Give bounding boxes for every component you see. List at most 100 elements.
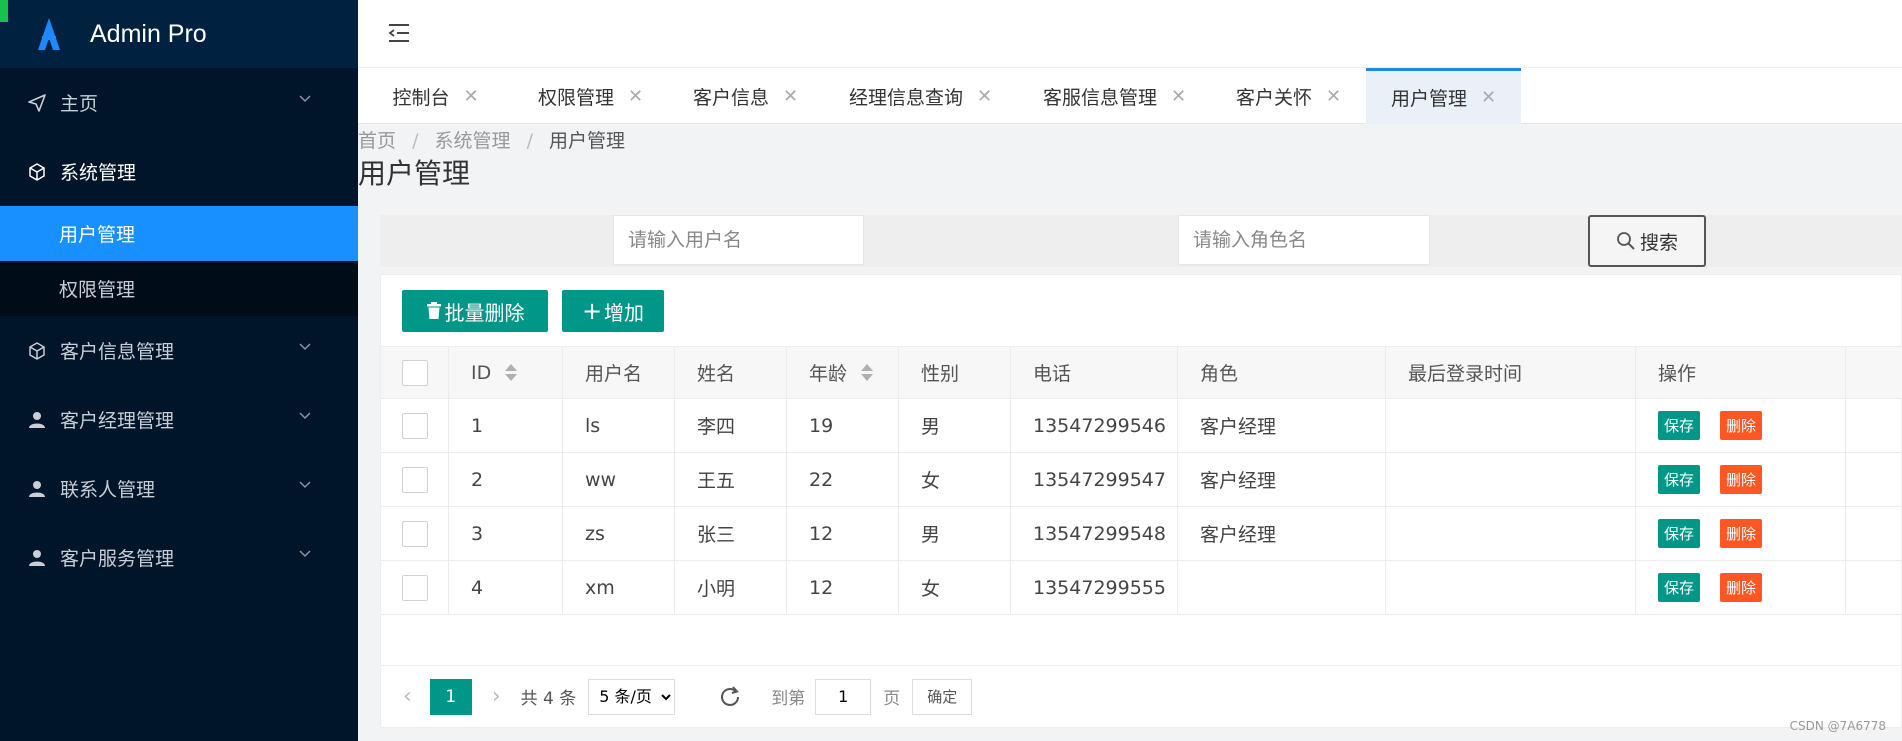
sidebar-item-label: 客户经理管理 (60, 410, 175, 432)
sidebar-item-home[interactable]: 主页 (0, 68, 358, 137)
close-icon[interactable]: ✕ (628, 86, 643, 107)
sidebar-item-permission-management[interactable]: 权限管理 (0, 261, 358, 316)
user-icon (26, 478, 48, 500)
page-number-current[interactable]: 1 (429, 678, 472, 715)
sidebar-item-user-management[interactable]: 用户管理 (0, 206, 358, 261)
chevron-down-icon (299, 343, 311, 351)
breadcrumb-home[interactable]: 首页 (358, 130, 396, 152)
save-button[interactable]: 保存 (1658, 465, 1701, 494)
menu-fold-icon[interactable] (386, 22, 412, 44)
breadcrumb-current: 用户管理 (549, 130, 626, 152)
row-checkbox-cell (381, 453, 449, 506)
row-filler (1846, 561, 1902, 614)
tab-customer-info[interactable]: 客户信息 ✕ (668, 68, 823, 124)
cell-last-login (1386, 561, 1636, 614)
search-button[interactable]: 搜索 (1588, 215, 1706, 267)
tab-label: 用户管理 (1390, 88, 1467, 110)
close-icon[interactable]: ✕ (1326, 86, 1341, 107)
sidebar-item-account-manager[interactable]: 客户经理管理 (0, 385, 358, 454)
delete-button[interactable]: 删除 (1720, 411, 1763, 440)
select-all-checkbox[interactable] (402, 359, 428, 386)
brand[interactable]: Admin Pro (0, 0, 358, 68)
user-table-panel: 批量删除 + 增加 ID 用户名 姓名 年龄 性别 电话 角色 最后登录时间 操… (380, 274, 1902, 728)
goto-confirm-button[interactable]: 确定 (912, 678, 973, 715)
tab-label: 客户信息 (692, 86, 769, 109)
page-title: 用户管理 (358, 157, 471, 190)
row-filler (1846, 453, 1902, 506)
sidebar-item-contacts[interactable]: 联系人管理 (0, 454, 358, 523)
tab-customer-care[interactable]: 客户关怀 ✕ (1211, 68, 1366, 124)
close-icon[interactable]: ✕ (463, 86, 478, 107)
goto-suffix: 页 (883, 689, 901, 709)
row-checkbox[interactable] (402, 412, 428, 439)
save-button[interactable]: 保存 (1658, 573, 1701, 602)
trash-icon (426, 302, 441, 319)
delete-button[interactable]: 删除 (1720, 465, 1763, 494)
close-icon[interactable]: ✕ (977, 86, 992, 107)
sort-icon[interactable] (505, 364, 518, 381)
row-checkbox[interactable] (402, 520, 428, 547)
cell-id: 2 (449, 453, 563, 506)
sort-icon[interactable] (861, 364, 874, 381)
cell-username: ww (563, 453, 675, 506)
top-header (358, 0, 1902, 68)
role-search-input[interactable] (1178, 215, 1430, 265)
delete-button[interactable]: 删除 (1720, 573, 1763, 602)
save-button[interactable]: 保存 (1658, 411, 1701, 440)
tab-manager-query[interactable]: 经理信息查询 ✕ (823, 68, 1018, 124)
cell-gender: 女 (899, 561, 1011, 614)
breadcrumb-system[interactable]: 系统管理 (435, 130, 511, 152)
chevron-down-icon (299, 95, 311, 103)
batch-delete-button[interactable]: 批量删除 (402, 290, 548, 332)
row-checkbox[interactable] (402, 466, 428, 493)
tab-permission[interactable]: 权限管理 ✕ (513, 68, 668, 124)
header-checkbox-cell (381, 347, 449, 398)
page-size-select[interactable]: 5 条/页 (588, 678, 676, 715)
tab-label: 客服信息管理 (1042, 86, 1157, 109)
brand-accent-bar (0, 0, 8, 22)
row-checkbox[interactable] (402, 574, 428, 601)
logo-icon (38, 18, 60, 50)
close-icon[interactable]: ✕ (1171, 86, 1186, 107)
delete-button[interactable]: 删除 (1720, 519, 1763, 548)
cell-role: 客户经理 (1178, 453, 1386, 506)
batch-delete-label: 批量删除 (444, 300, 525, 325)
row-checkbox-cell (381, 399, 449, 452)
cell-role (1178, 561, 1386, 614)
prev-page-icon[interactable]: ‹ (403, 684, 412, 709)
tab-user-management[interactable]: 用户管理 ✕ (1366, 68, 1521, 124)
tab-dashboard[interactable]: 控制台 ✕ (358, 68, 513, 124)
sidebar-item-system[interactable]: 系统管理 (0, 137, 358, 206)
sidebar-item-customer-service[interactable]: 客户服务管理 (0, 523, 358, 592)
tab-label: 经理信息查询 (848, 86, 963, 109)
next-page-icon[interactable]: › (492, 684, 501, 709)
add-button[interactable]: + 增加 (562, 290, 664, 332)
total-count: 共 4 条 (520, 689, 577, 709)
close-icon[interactable]: ✕ (783, 86, 798, 107)
breadcrumb: 首页 / 系统管理 / 用户管理 (358, 126, 625, 153)
cell-id: 3 (449, 507, 563, 560)
column-header-id[interactable]: ID (449, 347, 563, 398)
column-header-age[interactable]: 年龄 (787, 347, 899, 398)
column-header-username: 用户名 (563, 347, 675, 398)
search-icon (1617, 232, 1635, 250)
tab-service-info[interactable]: 客服信息管理 ✕ (1018, 68, 1211, 124)
username-search-input[interactable] (613, 215, 864, 265)
save-button[interactable]: 保存 (1658, 519, 1701, 548)
cell-name: 小明 (675, 561, 787, 614)
header-filler (1846, 347, 1902, 398)
row-checkbox-cell (381, 507, 449, 560)
column-header-last-login: 最后登录时间 (1386, 347, 1636, 398)
cell-username: ls (563, 399, 675, 452)
sidebar-item-customer-info[interactable]: 客户信息管理 (0, 316, 358, 385)
cube-icon (26, 161, 48, 183)
refresh-icon[interactable] (717, 684, 743, 710)
goto-page-input[interactable] (815, 678, 872, 715)
column-header-phone: 电话 (1011, 347, 1178, 398)
close-icon[interactable]: ✕ (1481, 87, 1496, 108)
cell-actions: 保存 删除 (1636, 399, 1846, 452)
column-header-name: 姓名 (675, 347, 787, 398)
column-header-role: 角色 (1178, 347, 1386, 398)
cell-username: zs (563, 507, 675, 560)
cell-actions: 保存 删除 (1636, 453, 1846, 506)
